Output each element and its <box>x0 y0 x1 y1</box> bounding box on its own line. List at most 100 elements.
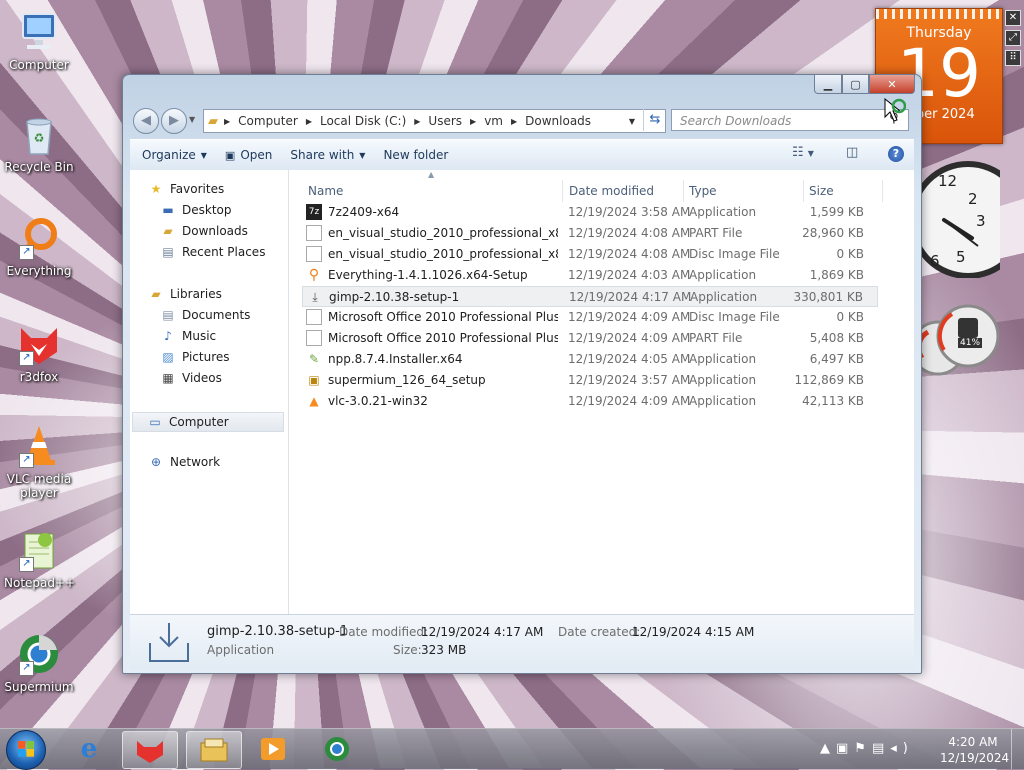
nav-documents[interactable]: ▤ Documents <box>160 308 250 322</box>
file-row[interactable]: Microsoft Office 2010 Professional Plus … <box>302 328 878 349</box>
breadcrumb-chevron-icon[interactable]: ▶ <box>470 117 476 126</box>
show-hidden-icons-icon[interactable]: ▲ <box>820 741 836 756</box>
action-center-flag-icon[interactable]: ⚑ <box>854 741 872 756</box>
taskbar-date: 12/19/2024 <box>940 751 1010 765</box>
taskbar-media-player[interactable] <box>246 731 300 767</box>
installer-download-icon: ⤓ <box>312 290 318 304</box>
change-view-button[interactable]: ☷ ▼ <box>792 145 814 160</box>
file-row[interactable]: en_visual_studio_2010_professional_x86_.… <box>302 223 878 244</box>
file-size: 1,869 KB <box>809 268 864 282</box>
column-header-date[interactable]: Date modified <box>569 184 654 198</box>
file-row[interactable]: en_visual_studio_2010_professional_x86_.… <box>302 244 878 265</box>
desktop-icon-computer[interactable]: Computer <box>4 10 74 72</box>
nav-label: Videos <box>182 371 222 385</box>
nav-desktop[interactable]: ▬ Desktop <box>160 203 231 217</box>
desktop-icon-label: r3dfox <box>19 370 59 384</box>
help-button[interactable]: ? <box>888 146 904 162</box>
file-row[interactable]: ▲ vlc-3.0.21-win32 12/19/2024 4:09 AM Ap… <box>302 391 878 412</box>
network-icon[interactable]: ▤ <box>872 741 890 756</box>
column-divider[interactable] <box>882 180 883 202</box>
desktop-icon: ▬ <box>162 203 174 217</box>
nav-recent-places[interactable]: ▤ Recent Places <box>160 245 265 259</box>
breadcrumb-local-disk[interactable]: Local Disk (C:) <box>320 114 406 128</box>
taskbar-r3dfox[interactable] <box>122 731 178 769</box>
column-divider[interactable] <box>683 180 684 202</box>
column-divider[interactable] <box>803 180 804 202</box>
preview-pane-button[interactable]: ◫ <box>846 145 858 160</box>
shortcut-arrow-icon: ↗ <box>19 351 34 366</box>
r3dfox-icon: ↗ <box>17 322 61 366</box>
column-header-name[interactable]: Name <box>308 184 343 198</box>
organize-button[interactable]: Organize ▼ <box>142 148 207 162</box>
breadcrumb-vm[interactable]: vm <box>484 114 503 128</box>
file-list[interactable]: ▲ Name Date modified Type Size 7z 7z2409… <box>290 170 914 614</box>
column-header-size[interactable]: Size <box>809 184 834 198</box>
nav-network[interactable]: ⊕ Network <box>148 455 220 469</box>
file-row[interactable]: ✎ npp.8.7.4.Installer.x64 12/19/2024 4:0… <box>302 349 878 370</box>
breadcrumb-chevron-icon[interactable]: ▶ <box>306 117 312 126</box>
file-row[interactable]: Microsoft Office 2010 Professional Plus … <box>302 307 878 328</box>
back-button[interactable]: ◀ <box>133 108 159 134</box>
start-button[interactable] <box>6 730 46 770</box>
nav-favorites[interactable]: ★ Favorites <box>148 182 225 196</box>
supermium-icon <box>325 737 349 761</box>
volume-icon[interactable]: ◂) <box>890 741 914 756</box>
nav-libraries[interactable]: ▰ Libraries <box>148 287 221 301</box>
breadcrumb-users[interactable]: Users <box>428 114 462 128</box>
breadcrumb-computer[interactable]: Computer <box>238 114 298 128</box>
refresh-button[interactable]: ⇆ <box>643 109 666 131</box>
maximize-button[interactable]: ▢ <box>842 75 869 94</box>
nav-downloads[interactable]: ▰ Downloads <box>160 224 248 238</box>
desktop-icon-recycle-bin[interactable]: ♻ Recycle Bin <box>4 112 74 174</box>
file-date: 12/19/2024 4:09 AM <box>568 394 691 408</box>
navigation-pane[interactable]: ★ Favorites ▬ Desktop ▰ Downloads ▤ Recent P… <box>130 170 289 614</box>
desktop-icon-vlc[interactable]: ↗ VLC media player <box>4 424 74 500</box>
share-with-button[interactable]: Share with ▼ <box>290 148 365 162</box>
recent-places-icon: ▤ <box>162 245 174 259</box>
mouse-cursor-icon <box>884 97 907 127</box>
cpu-meter-gadget[interactable]: 41% <box>910 298 1002 382</box>
gadget-size-icon[interactable]: ⤢ <box>1005 30 1021 46</box>
address-bar[interactable]: ▰ ▶ Computer ▶ Local Disk (C:) ▶ Users ▶… <box>203 109 666 133</box>
desktop-icon-everything[interactable]: ↗ Everything <box>4 216 74 278</box>
taskbar-internet-explorer[interactable]: e <box>62 731 116 767</box>
minimize-button[interactable]: ▁ <box>814 75 842 94</box>
taskbar-supermium[interactable] <box>310 731 364 767</box>
recent-pages-dropdown-icon[interactable]: ▼ <box>189 115 195 124</box>
breadcrumb-chevron-icon[interactable]: ▶ <box>414 117 420 126</box>
address-history-dropdown-icon[interactable]: ▼ <box>629 117 635 126</box>
explorer-window[interactable]: ▁ ▢ ✕ ◀ ▶ ▼ ▰ ▶ Computer ▶ Local Disk (C… <box>122 74 922 674</box>
new-folder-button[interactable]: New folder <box>383 148 448 162</box>
breadcrumb-downloads[interactable]: Downloads <box>525 114 591 128</box>
desktop-icon-notepad-plus-plus[interactable]: ↗ Notepad++ <box>4 528 75 590</box>
file-row[interactable]: ▣ supermium_126_64_setup 12/19/2024 3:57… <box>302 370 878 391</box>
search-input[interactable]: Search Downloads <box>671 109 909 131</box>
svg-text:6: 6 <box>930 252 940 270</box>
minimize-icon: ▁ <box>823 77 833 91</box>
taskbar-windows-explorer[interactable] <box>186 731 242 769</box>
file-row-selected[interactable]: ⤓ gimp-2.10.38-setup-1 12/19/2024 4:17 A… <box>302 286 878 307</box>
file-row[interactable]: 7z 7z2409-x64 12/19/2024 3:58 AM Applica… <box>302 202 878 223</box>
network-status-icon[interactable]: ▣ <box>836 741 854 756</box>
close-button[interactable]: ✕ <box>869 75 915 94</box>
desktop-icon-r3dfox[interactable]: ↗ r3dfox <box>4 322 74 384</box>
nav-videos[interactable]: ▦ Videos <box>160 371 222 385</box>
gadget-close-icon[interactable]: ✕ <box>1005 10 1021 26</box>
breadcrumb-chevron-icon[interactable]: ▶ <box>511 117 517 126</box>
gadget-drag-icon[interactable]: ⠿ <box>1005 50 1021 66</box>
desktop-icon-supermium[interactable]: ↗ Supermium <box>4 632 74 694</box>
taskbar-clock[interactable]: 4:20 AM 12/19/2024 <box>940 734 1010 766</box>
show-desktop-button[interactable] <box>1011 729 1024 769</box>
file-size: 6,497 KB <box>809 352 864 366</box>
nav-computer[interactable]: ▭ Computer <box>132 412 284 432</box>
forward-button[interactable]: ▶ <box>161 108 187 134</box>
file-type: Application <box>689 373 757 387</box>
open-button[interactable]: ▣ Open <box>225 148 272 162</box>
column-header-type[interactable]: Type <box>689 184 717 198</box>
breadcrumb-chevron-icon[interactable]: ▶ <box>224 117 230 126</box>
file-row[interactable]: ⚲ Everything-1.4.1.1026.x64-Setup 12/19/… <box>302 265 878 286</box>
file-type: PART File <box>689 331 743 345</box>
nav-pictures[interactable]: ▨ Pictures <box>160 350 229 364</box>
nav-music[interactable]: ♪ Music <box>160 329 216 343</box>
column-divider[interactable] <box>562 180 563 202</box>
